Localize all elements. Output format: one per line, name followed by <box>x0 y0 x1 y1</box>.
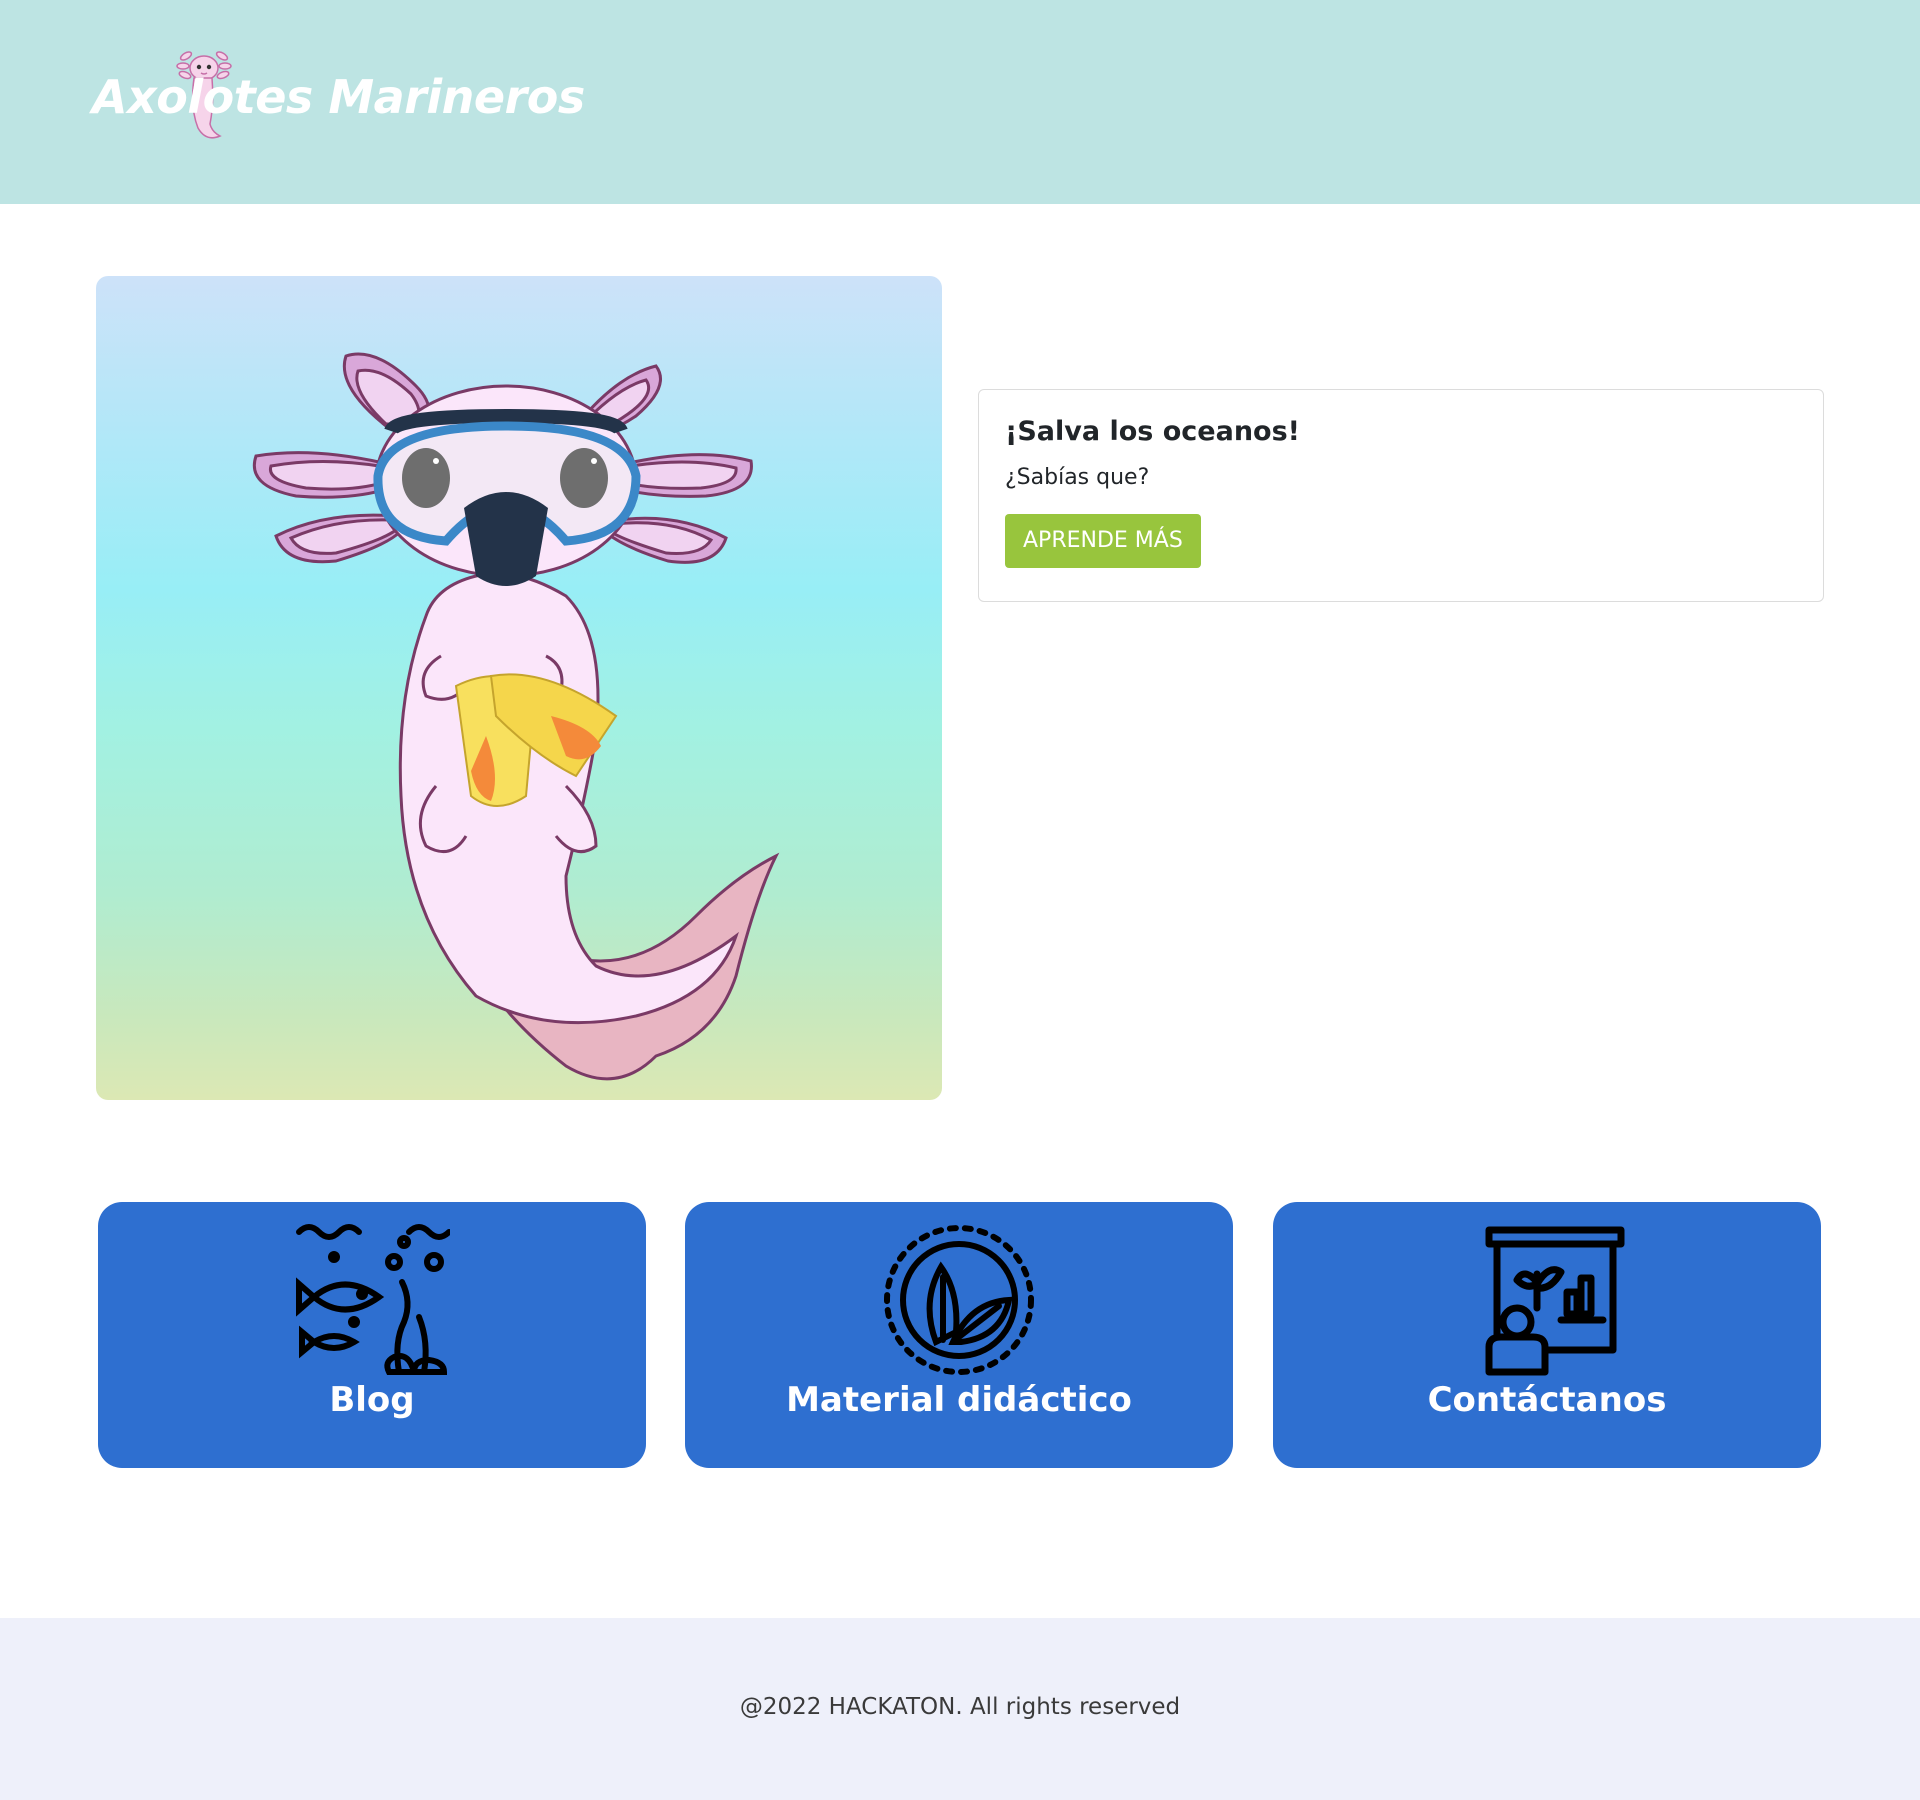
presentation-board-icon <box>1485 1226 1625 1376</box>
blog-tile[interactable]: Blog <box>98 1202 646 1468</box>
contact-label: Contáctanos <box>1427 1380 1667 1420</box>
copyright-text: @2022 HACKATON. All rights reserved <box>739 1694 1181 1720</box>
card-text: ¿Sabías que? <box>1005 465 1150 490</box>
site-footer: @2022 HACKATON. All rights reserved <box>0 1618 1920 1800</box>
blog-label: Blog <box>329 1380 415 1420</box>
hero-illustration <box>96 276 942 1100</box>
contact-tile[interactable]: Contáctanos <box>1273 1202 1821 1468</box>
info-card: ¡Salva los oceanos! ¿Sabías que? APRENDE… <box>978 389 1824 602</box>
leaf-circle-icon <box>884 1225 1034 1375</box>
axolotl-snorkeling-icon <box>253 352 780 1081</box>
card-title: ¡Salva los oceanos! <box>1005 416 1300 447</box>
site-header: Axolotes Marineros <box>0 0 1920 204</box>
ocean-life-icon <box>296 1224 450 1375</box>
learn-more-button[interactable]: APRENDE MÁS <box>1005 514 1201 568</box>
brand-logo-link[interactable]: Axolotes Marineros <box>92 48 585 144</box>
material-tile[interactable]: Material didáctico <box>685 1202 1233 1468</box>
brand-name: Axolotes Marineros <box>92 70 585 124</box>
material-label: Material didáctico <box>786 1380 1132 1420</box>
